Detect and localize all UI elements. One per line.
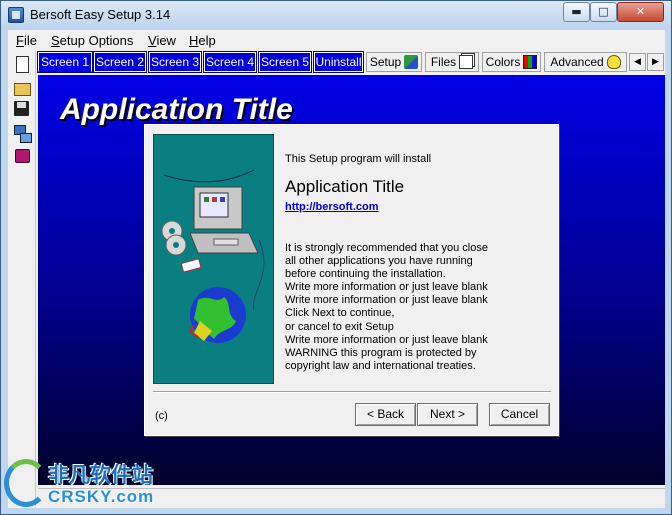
computer-install-graphic (153, 134, 274, 384)
website-link[interactable]: http://bersoft.com (285, 201, 379, 213)
menu-help-label: elp (198, 33, 216, 48)
watermark-english-text: CRSKY.com (48, 487, 155, 506)
network-icon[interactable] (12, 123, 32, 143)
menu-file-label: ile (23, 33, 37, 48)
files-icon (459, 55, 474, 69)
lightbulb-icon (606, 55, 621, 69)
app-window: Bersoft Easy Setup 3.14 ▬ □ ✕ File Setup… (0, 0, 672, 515)
tab-setup-label: Setup (369, 55, 402, 69)
minimize-button[interactable]: ▬ (563, 2, 590, 22)
menu-setup-options-label: etup Options (59, 33, 134, 48)
tab-colors-label: Colors (485, 55, 521, 69)
open-folder-icon[interactable] (12, 77, 32, 97)
client-area: File Setup Options View Help Screen 1 Sc… (8, 30, 665, 508)
copyright-text: (c) (155, 410, 168, 422)
menu-file-mnemonic: F (16, 33, 24, 48)
save-disk-icon[interactable] (12, 99, 32, 119)
dialog-separator (153, 391, 551, 393)
new-document-icon[interactable] (12, 54, 32, 74)
dialog-body-text: It is strongly recommended that you clos… (285, 242, 488, 372)
window-title: Bersoft Easy Setup 3.14 (30, 7, 171, 22)
chip-icon[interactable] (12, 145, 32, 165)
tab-files-label: Files (430, 55, 457, 69)
setup-preview: Application Title This Setup program wil… (38, 75, 665, 485)
tab-scroll-right-button[interactable]: ▶ (647, 53, 664, 71)
crsky-logo-icon (4, 459, 48, 507)
close-button[interactable]: ✕ (617, 2, 664, 22)
menu-setup-options[interactable]: Setup Options (51, 33, 133, 48)
tab-files[interactable]: Files (425, 52, 479, 72)
left-toolbar (8, 51, 36, 506)
colors-icon (523, 55, 538, 69)
app-icon (8, 7, 24, 23)
tab-bar: Screen 1 Screen 2 Screen 3 Screen 4 Scre… (37, 51, 665, 74)
dialog-app-title: Application Title (285, 177, 405, 196)
tab-setup[interactable]: Setup (366, 52, 422, 72)
crsky-watermark: 非凡软件站 CRSKY.com (0, 455, 170, 513)
setup-icon (404, 55, 419, 69)
menu-setup-options-mnemonic: S (51, 33, 60, 48)
tab-screen-2[interactable]: Screen 2 (93, 51, 147, 73)
menu-help[interactable]: Help (189, 33, 216, 48)
setup-dialog: This Setup program will install Applicat… (144, 124, 559, 436)
tab-scroll-left-button[interactable]: ◀ (629, 53, 646, 71)
menu-file[interactable]: File (16, 33, 37, 48)
title-bar[interactable]: Bersoft Easy Setup 3.14 ▬ □ ✕ (1, 1, 671, 29)
menu-view-label: iew (156, 33, 176, 48)
tab-advanced[interactable]: Advanced (544, 52, 627, 72)
menu-bar: File Setup Options View Help (8, 30, 665, 50)
menu-view[interactable]: View (148, 33, 176, 48)
tab-uninstall[interactable]: Uninstall (313, 51, 364, 73)
preview-title: Application Title (60, 93, 293, 126)
watermark-chinese-text: 非凡软件站 (48, 463, 153, 487)
tab-advanced-label: Advanced (550, 55, 604, 69)
next-button[interactable]: Next > (417, 403, 478, 426)
tab-screen-1[interactable]: Screen 1 (37, 51, 93, 73)
back-button[interactable]: < Back (355, 403, 416, 426)
tab-screen-3[interactable]: Screen 3 (148, 51, 202, 73)
cancel-button[interactable]: Cancel (489, 403, 550, 426)
menu-help-mnemonic: H (189, 33, 199, 48)
maximize-button[interactable]: □ (590, 2, 617, 22)
tab-screen-5[interactable]: Screen 5 (258, 51, 312, 73)
tab-screen-4[interactable]: Screen 4 (203, 51, 257, 73)
computer-globe-illustration (161, 169, 265, 343)
tab-colors[interactable]: Colors (482, 52, 541, 72)
dialog-intro-text: This Setup program will install (285, 153, 432, 165)
